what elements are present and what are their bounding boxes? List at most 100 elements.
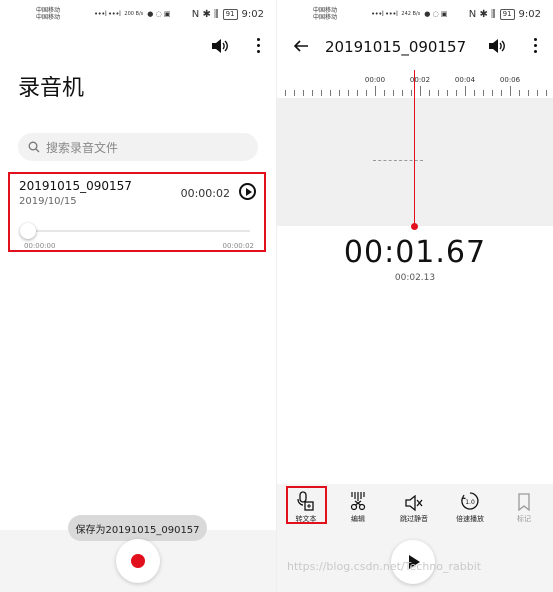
nfc-bluetooth-icon: N ✱ ⫼ [468,8,496,20]
ruler-tick [429,90,430,96]
ruler-tick [438,90,439,96]
ruler-label: 00:04 [454,76,476,84]
status-right: N ✱ ⫼ 91 9:02 [468,8,541,20]
ruler-tick [456,90,457,96]
search-icon [28,141,40,153]
timeline-ruler[interactable]: 00:00 00:02 00:04 00:06 [277,70,553,98]
status-bar: 中国移动 中国移动 •••l •••l 242 B/s ● ◌ ▣ N ✱ ⫼ … [277,0,553,28]
search-input[interactable]: 搜索录音文件 [18,133,258,161]
ruler-tick [366,90,367,96]
tool-bookmark[interactable]: 标记 [499,489,549,524]
carrier-line-2: 中国移动 [313,14,338,21]
more-options-icon[interactable] [253,36,264,55]
tool-label: 跳过静音 [400,515,428,523]
tool-label: 倍速播放 [456,515,484,523]
ruler-tick [420,86,421,96]
recording-detail-screen: 中国移动 中国移动 •••l •••l 242 B/s ● ◌ ▣ N ✱ ⫼ … [277,0,553,592]
clock: 9:02 [241,8,264,20]
ruler-tick [303,90,304,96]
nfc-bluetooth-icon: N ✱ ⫼ [191,8,219,20]
ruler-tick [384,90,385,96]
save-toast: 保存为20191015_090157 [68,515,207,541]
ruler-tick [465,86,466,96]
ruler-tick [411,90,412,96]
tool-edit[interactable]: 编辑 [333,489,383,524]
ruler-tick [546,90,547,96]
playhead-handle[interactable] [411,223,418,230]
ruler-tick [393,90,394,96]
back-arrow-icon[interactable] [293,38,309,58]
recorder-list-screen: 中国移动 中国移动 •••l •••l 200 B/s ● ◌ ▣ N ✱ ⫼ … [0,0,276,592]
ruler-tick [357,90,358,96]
ruler-tick [402,90,403,96]
recording-date: 2019/10/15 [19,196,77,207]
more-options-icon[interactable] [530,36,541,55]
progress-track[interactable] [22,230,250,232]
carrier-line-1: 中国移动 [313,7,338,14]
ruler-tick [348,90,349,96]
ruler-tick [528,90,529,96]
progress-end-time: 00:00:02 [222,242,254,250]
skip-silence-icon [405,495,423,511]
recording-title: 20191015_090157 [325,38,467,56]
speaker-icon[interactable] [488,38,506,53]
speaker-icon[interactable] [211,38,229,53]
status-bar: 中国移动 中国移动 •••l •••l 200 B/s ● ◌ ▣ N ✱ ⫼ … [0,0,276,28]
waveform [373,160,423,162]
recording-name: 20191015_090157 [19,179,132,193]
carrier-line-2: 中国移动 [36,14,61,21]
clock: 9:02 [518,8,541,20]
waveform-area[interactable] [277,98,553,226]
ruler-tick [321,90,322,96]
ruler-tick [285,90,286,96]
ruler-tick [474,90,475,96]
carrier-info: 中国移动 中国移动 [313,7,365,21]
ruler-tick [447,90,448,96]
record-button[interactable] [116,539,160,583]
progress-start-time: 00:00:00 [24,242,56,250]
tool-skip-silence[interactable]: 跳过静音 [389,489,439,524]
bookmark-icon [518,493,530,511]
ruler-label: 00:00 [364,76,386,84]
screenshot-stage: 中国移动 中国移动 •••l •••l 200 B/s ● ◌ ▣ N ✱ ⫼ … [0,0,553,592]
total-time: 00:02.13 [394,273,436,283]
current-time: 00:01.67 [343,235,487,270]
ruler-tick [483,90,484,96]
ruler-tick [294,90,295,96]
battery-icon: 91 [499,8,515,20]
ruler-tick [492,90,493,96]
battery-icon: 91 [222,8,238,20]
speed-value: 1.0 [465,499,475,506]
recording-list-item[interactable]: 20191015_090157 2019/10/15 00:00:02 00:0… [8,172,266,252]
ruler-tick [510,86,511,96]
search-placeholder: 搜索录音文件 [46,140,119,155]
ruler-tick [339,90,340,96]
ruler-tick [501,90,502,96]
network-speed: 242 B/s [401,11,421,17]
signal-icon: •••l •••l [371,10,398,18]
carrier-info: 中国移动 中国移动 [36,7,88,21]
signal-icon: •••l •••l [94,10,121,18]
watermark: https://blog.csdn.net/Techno_rabbit [287,560,482,573]
ruler-tick [537,90,538,96]
ruler-tick [519,90,520,96]
playhead[interactable] [414,70,415,226]
ruler-label: 00:06 [499,76,521,84]
tool-speed[interactable]: 1.0 倍速播放 [445,489,495,524]
notification-icons: ● ◌ ▣ [424,10,448,18]
status-right: N ✱ ⫼ 91 9:02 [191,8,264,20]
recording-duration: 00:00:02 [180,187,230,200]
speech-to-text-highlight [286,486,327,524]
ruler-tick [312,90,313,96]
edit-scissors-icon [350,492,366,511]
carrier-line-1: 中国移动 [36,7,61,14]
speed-1x-icon: 1.0 [461,492,479,510]
top-actions [211,36,264,55]
progress-knob[interactable] [20,223,36,239]
play-icon[interactable] [239,183,256,200]
page-title: 录音机 [18,76,85,101]
top-actions [488,36,541,55]
ruler-label: 00:02 [409,76,431,84]
ruler-tick [330,90,331,96]
record-dot-icon [131,554,145,568]
